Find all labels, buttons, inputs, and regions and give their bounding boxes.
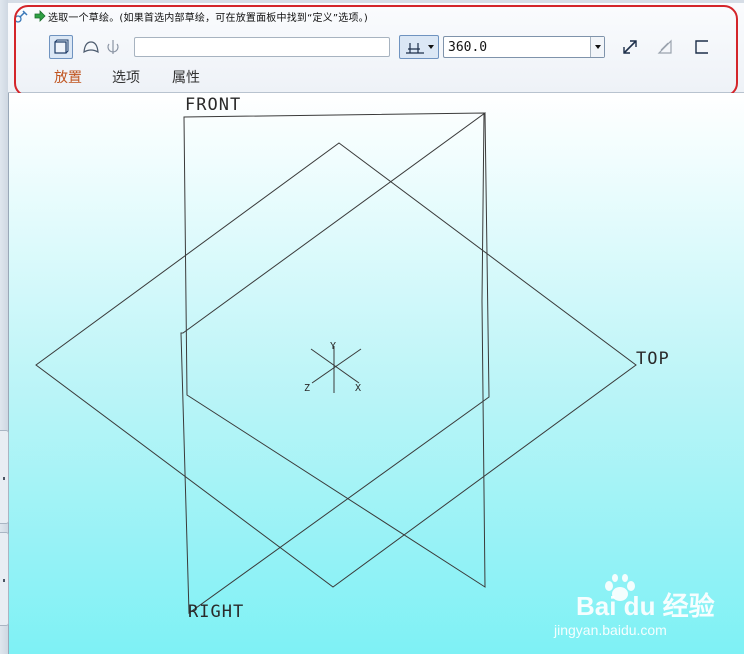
thicken-icon xyxy=(695,40,708,54)
top-divider xyxy=(8,0,744,3)
remove-material-icon xyxy=(657,39,672,54)
chevron-down-icon xyxy=(428,45,434,49)
left-collapse-tab[interactable] xyxy=(0,430,9,524)
watermark-url: jingyan.baidu.com xyxy=(554,622,667,638)
angle-depth-icon xyxy=(406,43,424,54)
tab-properties[interactable]: 属性 xyxy=(172,67,200,87)
baidu-jingyan-watermark: Bai du 经验 jingyan.baidu.com xyxy=(554,574,715,644)
thicken-sketch-button[interactable] xyxy=(690,35,714,59)
angle-value-input[interactable]: 360.0 xyxy=(443,36,605,58)
angle-dropdown-button[interactable] xyxy=(590,37,604,57)
watermark-brand: Bai du 经验 xyxy=(576,591,715,621)
angle-value-text: 360.0 xyxy=(448,40,488,55)
left-collapse-tab-2[interactable] xyxy=(0,532,9,626)
prompt-message: 选取一个草绘。(如果首选内部草绘，可在放置面板中找到“定义”选项。) xyxy=(48,13,368,24)
right-plane-label[interactable]: RIGHT xyxy=(188,602,244,622)
tab-grip xyxy=(3,477,5,480)
top-plane-label[interactable]: TOP xyxy=(636,349,670,369)
solid-revolve-icon xyxy=(54,39,69,54)
solid-revolve-button[interactable] xyxy=(49,35,73,59)
tab-placement[interactable]: 放置 xyxy=(54,67,82,87)
axis-revolve-button[interactable] xyxy=(101,35,125,59)
surface-revolve-icon xyxy=(83,41,99,54)
surface-revolve-button[interactable] xyxy=(79,35,103,59)
feature-dashboard: 选取一个草绘。(如果首选内部草绘，可在放置面板中找到“定义”选项。) 360.0 xyxy=(8,0,744,93)
z-axis-label: Z xyxy=(304,383,310,394)
flip-direction-icon xyxy=(623,40,637,54)
top-datum-plane[interactable] xyxy=(35,142,637,588)
front-plane-label[interactable]: FRONT xyxy=(185,95,241,115)
y-axis-label: Y xyxy=(330,341,336,352)
axis-revolve-icon xyxy=(107,40,119,54)
datum-planes-drawing: Y Z X xyxy=(35,112,637,614)
x-axis-label: X xyxy=(355,383,361,394)
sketch-collector-field[interactable] xyxy=(134,37,390,57)
pin-icon[interactable] xyxy=(14,8,30,24)
flip-direction-button[interactable] xyxy=(618,35,642,59)
right-datum-plane[interactable] xyxy=(180,112,490,614)
tab-grip xyxy=(3,579,5,582)
green-arrow-icon xyxy=(34,10,46,22)
graphics-area[interactable]: Y Z X FRONT TOP RIGHT xyxy=(9,93,744,654)
remove-material-button[interactable] xyxy=(653,35,677,59)
coordinate-system-icon xyxy=(310,346,362,393)
tab-options[interactable]: 选项 xyxy=(112,67,140,87)
depth-option-button[interactable] xyxy=(399,35,439,59)
